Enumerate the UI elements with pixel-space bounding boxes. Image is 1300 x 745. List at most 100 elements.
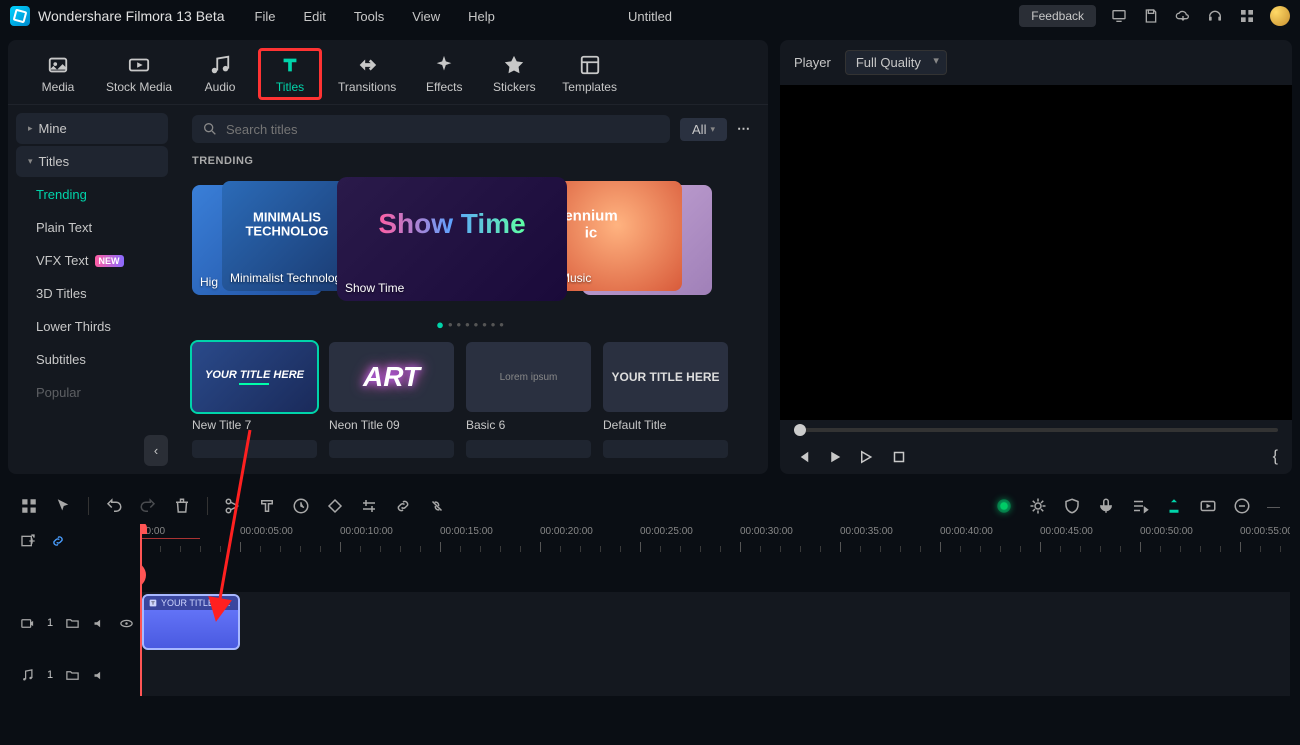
crop-icon[interactable]: [326, 497, 344, 515]
menu-help[interactable]: Help: [468, 9, 495, 24]
filter-all-button[interactable]: All▾: [680, 118, 727, 141]
cursor-icon[interactable]: [54, 497, 72, 515]
timeline-toolbar: —: [10, 488, 1290, 524]
sidebar-3d-titles[interactable]: 3D Titles: [16, 278, 168, 309]
cloud-icon[interactable]: [1174, 7, 1192, 25]
tab-audio[interactable]: Audio: [190, 50, 250, 98]
audio-track-1[interactable]: [140, 654, 1290, 696]
redo-icon[interactable]: [139, 497, 157, 515]
marker-icon[interactable]: [1165, 497, 1183, 515]
shield-icon[interactable]: [1063, 497, 1081, 515]
sidebar-trending[interactable]: Trending: [16, 179, 168, 210]
feedback-button[interactable]: Feedback: [1019, 5, 1096, 27]
user-avatar[interactable]: [1270, 6, 1290, 26]
delete-icon[interactable]: [173, 497, 191, 515]
sidebar-lower-thirds[interactable]: Lower Thirds: [16, 311, 168, 342]
featured-card-4[interactable]: ennium icMusic: [552, 181, 682, 291]
tab-transitions[interactable]: Transitions: [330, 50, 404, 98]
audio-track-header[interactable]: 1: [10, 654, 140, 696]
next-frame-icon[interactable]: [858, 448, 876, 466]
preview-canvas[interactable]: [780, 85, 1292, 420]
video-track-icon: [20, 616, 35, 631]
app-name: Wondershare Filmora 13 Beta: [38, 8, 225, 24]
video-track-1[interactable]: YOUR TITLE H...: [140, 592, 1290, 654]
undo-icon[interactable]: [105, 497, 123, 515]
headset-icon[interactable]: [1206, 7, 1224, 25]
featured-card-2[interactable]: MINIMALIS TECHNOLOGMinimalist Technology: [222, 181, 352, 291]
text-icon[interactable]: [258, 497, 276, 515]
mute-icon[interactable]: [92, 668, 107, 683]
tab-stock-media[interactable]: Stock Media: [98, 50, 180, 98]
sidebar-mine[interactable]: ▸Mine: [16, 113, 168, 144]
layout-icon[interactable]: [20, 497, 38, 515]
tab-templates[interactable]: Templates: [554, 50, 625, 98]
tab-stickers[interactable]: Stickers: [484, 50, 544, 98]
quality-select[interactable]: Full Quality: [845, 50, 947, 75]
menu-file[interactable]: File: [255, 9, 276, 24]
apps-icon[interactable]: [1238, 7, 1256, 25]
render-icon[interactable]: [1199, 497, 1217, 515]
menubar: Wondershare Filmora 13 Beta File Edit To…: [0, 0, 1300, 32]
add-track-icon[interactable]: [20, 533, 36, 549]
title-card-default-title[interactable]: YOUR TITLE HEREDefault Title: [603, 342, 728, 432]
folder-icon[interactable]: [65, 616, 80, 631]
menu-edit[interactable]: Edit: [303, 9, 325, 24]
ai-icon[interactable]: [995, 497, 1013, 515]
stop-icon[interactable]: [890, 448, 908, 466]
time-ruler[interactable]: 00:0000:00:05:0000:00:10:0000:00:15:0000…: [140, 524, 1290, 558]
timeline-panel: — 1 1 00:0000:00:05:0000: [0, 482, 1300, 702]
save-icon[interactable]: [1142, 7, 1160, 25]
color-icon[interactable]: [1029, 497, 1047, 515]
visibility-icon[interactable]: [119, 616, 134, 631]
sidebar-subtitles[interactable]: Subtitles: [16, 344, 168, 375]
sidebar-vfx-text[interactable]: VFX TextNEW: [16, 245, 168, 276]
sidebar-collapse-button[interactable]: ‹: [144, 435, 168, 466]
scrub-handle[interactable]: [794, 424, 806, 436]
folder-icon[interactable]: [65, 668, 80, 683]
split-icon[interactable]: [224, 497, 242, 515]
tab-media[interactable]: Media: [28, 50, 88, 98]
adjust-icon[interactable]: [360, 497, 378, 515]
skeleton-card: [192, 440, 317, 458]
media-tabs: Media Stock Media Audio Titles Transitio…: [8, 40, 768, 105]
menu-items: File Edit Tools View Help: [255, 9, 495, 24]
title-card-neon-title-09[interactable]: ARTNeon Title 09: [329, 342, 454, 432]
titles-sidebar: ▸Mine ▾Titles Trending Plain Text VFX Te…: [8, 105, 176, 474]
link-track-icon[interactable]: [50, 533, 66, 549]
menu-tools[interactable]: Tools: [354, 9, 384, 24]
unlink-icon[interactable]: [428, 497, 446, 515]
mic-icon[interactable]: [1097, 497, 1115, 515]
scrub-bar[interactable]: [780, 420, 1292, 440]
title-card-basic-6[interactable]: Lorem ipsumBasic 6: [466, 342, 591, 432]
tab-titles[interactable]: Titles: [260, 50, 320, 98]
zoom-out-icon[interactable]: [1233, 497, 1251, 515]
featured-card-showtime[interactable]: Show TimeShow Time: [337, 177, 567, 301]
titles-grid: YOUR TITLE HERENew Title 7 ARTNeon Title…: [192, 342, 752, 432]
options-icon[interactable]: {: [1273, 448, 1278, 466]
sidebar-popular[interactable]: Popular: [16, 377, 168, 408]
section-trending-label: TRENDING: [192, 155, 752, 167]
speed-icon[interactable]: [292, 497, 310, 515]
carousel-dots[interactable]: ●•••••••: [192, 317, 752, 332]
document-title: Untitled: [628, 9, 672, 24]
desktop-icon[interactable]: [1110, 7, 1128, 25]
music-list-icon[interactable]: [1131, 497, 1149, 515]
mute-icon[interactable]: [92, 616, 107, 631]
sidebar-plain-text[interactable]: Plain Text: [16, 212, 168, 243]
sidebar-titles[interactable]: ▾Titles: [16, 146, 168, 177]
play-icon[interactable]: [826, 448, 844, 466]
featured-carousel[interactable]: HHig MINIMALIS TECHNOLOGMinimalist Techn…: [192, 177, 752, 305]
title-clip[interactable]: YOUR TITLE H...: [142, 594, 240, 650]
playhead[interactable]: [140, 524, 142, 696]
app-logo: [10, 6, 30, 26]
search-titles-input[interactable]: [192, 115, 670, 143]
more-options-button[interactable]: ⋯: [737, 121, 752, 137]
prev-frame-icon[interactable]: [794, 448, 812, 466]
link-icon[interactable]: [394, 497, 412, 515]
menu-view[interactable]: View: [412, 9, 440, 24]
track-headers: 1 1: [10, 524, 140, 696]
title-card-new-title-7[interactable]: YOUR TITLE HERENew Title 7: [192, 342, 317, 432]
timeline-tracks[interactable]: 00:0000:00:05:0000:00:10:0000:00:15:0000…: [140, 524, 1290, 696]
video-track-header[interactable]: 1: [10, 592, 140, 654]
tab-effects[interactable]: Effects: [414, 50, 474, 98]
